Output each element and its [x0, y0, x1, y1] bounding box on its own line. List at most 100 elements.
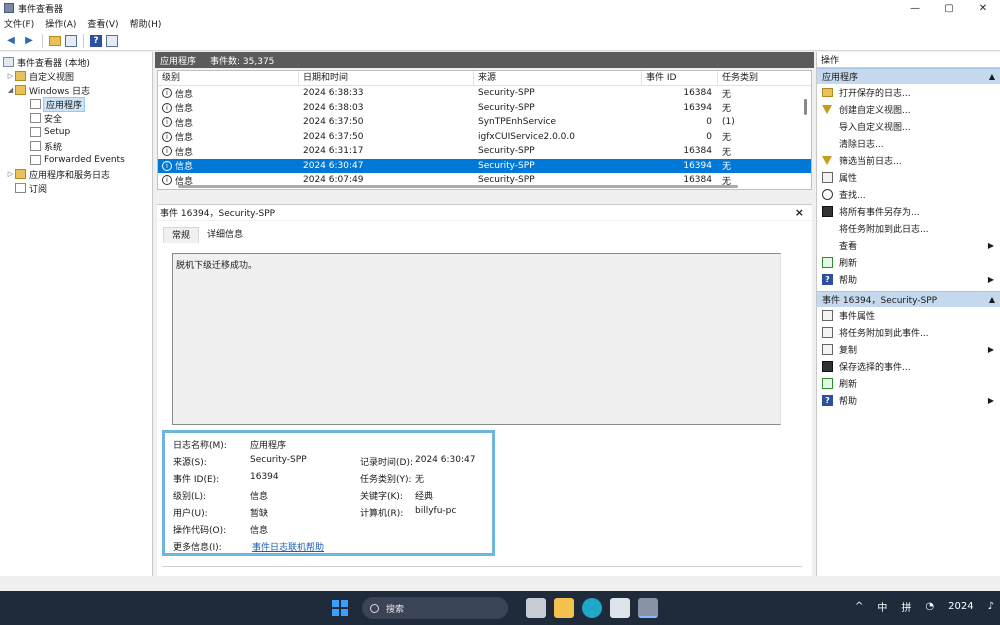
folder-up-icon[interactable]: [49, 36, 61, 46]
action-item[interactable]: 保存选择的事件...: [817, 358, 1000, 375]
action-item[interactable]: 属性: [817, 169, 1000, 186]
clock[interactable]: 2024: [948, 601, 973, 612]
tree-app-service-logs[interactable]: ▷ 应用程序和服务日志: [0, 167, 152, 181]
table-row[interactable]: i信息2024 6:30:47Security-SPP16394无: [158, 159, 811, 174]
action-item[interactable]: 筛选当前日志...: [817, 152, 1000, 169]
tree-subscriptions[interactable]: 订阅: [0, 181, 152, 195]
prop-label: 用户(U):: [173, 506, 208, 519]
grid-vertical-scrollbar[interactable]: [802, 87, 810, 189]
chevron-up-icon[interactable]: ^: [855, 601, 863, 612]
collapse-caret-icon[interactable]: ▲: [989, 72, 995, 81]
action-item[interactable]: 刷新: [817, 254, 1000, 271]
tree-log-system[interactable]: 系统: [0, 139, 152, 153]
action-label: 将所有事件另存为...: [839, 205, 920, 218]
store-icon[interactable]: [610, 598, 630, 618]
grid-horizontal-scrollbar[interactable]: [158, 184, 801, 189]
back-arrow-icon[interactable]: ◀: [4, 34, 18, 48]
menu-bar: 文件(F) 操作(A) 查看(V) 帮助(H): [0, 16, 1000, 31]
action-item[interactable]: 将任务附加到此事件...: [817, 324, 1000, 341]
help-icon[interactable]: ?: [90, 35, 102, 47]
ime-mode[interactable]: 中: [877, 599, 887, 614]
event-viewer-taskbar-icon[interactable]: [638, 598, 658, 618]
collapse-chevron-icon[interactable]: ◢: [6, 86, 15, 94]
action-item[interactable]: 查找...: [817, 186, 1000, 203]
menu-view[interactable]: 查看(V): [87, 17, 118, 30]
detail-tabs: 常规 详细信息: [163, 227, 251, 243]
tree-root-label: 事件查看器 (本地): [17, 56, 90, 69]
log-header-title: 应用程序: [160, 54, 196, 67]
table-row[interactable]: i信息2024 6:37:50SynTPEnhService0(1): [158, 115, 811, 130]
minimize-button[interactable]: —: [898, 0, 932, 16]
action-label: 保存选择的事件...: [839, 360, 911, 373]
forward-arrow-icon[interactable]: ▶: [22, 34, 36, 48]
windows-start-icon[interactable]: [332, 600, 348, 616]
show-hide-tree-icon[interactable]: [65, 35, 77, 47]
tree-windows-logs-label: Windows 日志: [29, 84, 90, 97]
tree-windows-logs[interactable]: ◢ Windows 日志: [0, 83, 152, 97]
table-row[interactable]: i信息2024 6:31:17Security-SPP16384无: [158, 144, 811, 159]
table-row[interactable]: i信息2024 6:37:50igfxCUIService2.0.0.00无: [158, 130, 811, 145]
action-item[interactable]: 事件属性: [817, 307, 1000, 324]
cell-event-id: 16384: [642, 88, 718, 98]
action-item[interactable]: 打开保存的日志...: [817, 84, 1000, 101]
actions-group-event[interactable]: 事件 16394，Security-SPP ▲: [817, 291, 1000, 307]
show-hide-action-pane-icon[interactable]: [106, 35, 118, 47]
table-row[interactable]: i信息2024 6:38:03Security-SPP16394无: [158, 101, 811, 116]
cell-level: i信息: [158, 87, 299, 100]
column-event-id[interactable]: 事件 ID: [642, 71, 718, 86]
navigation-tree: 事件查看器 (本地) ▷ 自定义视图 ◢ Windows 日志 应用程序 安全 …: [0, 52, 153, 576]
ime-pinyin[interactable]: 拼: [901, 599, 911, 614]
close-button[interactable]: ✕: [966, 0, 1000, 16]
actions-group-application[interactable]: 应用程序 ▲: [817, 68, 1000, 84]
tree-log-setup[interactable]: Setup: [0, 125, 152, 139]
taskbar-apps: 搜索: [332, 597, 658, 619]
tab-details[interactable]: 详细信息: [199, 227, 251, 243]
info-icon: i: [162, 88, 172, 98]
taskbar-search[interactable]: 搜索: [362, 597, 508, 619]
action-item[interactable]: ?帮助▶: [817, 392, 1000, 409]
expand-chevron-icon[interactable]: ▷: [6, 72, 15, 80]
cell-event-id: 0: [642, 117, 718, 127]
tree-log-security[interactable]: 安全: [0, 111, 152, 125]
action-item[interactable]: 刷新: [817, 375, 1000, 392]
notification-bell-icon[interactable]: ♪: [988, 601, 994, 612]
tree-root[interactable]: 事件查看器 (本地): [0, 55, 152, 69]
tree-log-label: Setup: [44, 127, 70, 137]
table-row[interactable]: i信息2024 6:38:33Security-SPP16384无: [158, 86, 811, 101]
action-item[interactable]: 导入自定义视图...: [817, 118, 1000, 135]
menu-help[interactable]: 帮助(H): [130, 17, 162, 30]
tab-general[interactable]: 常规: [163, 227, 199, 243]
tree-custom-views[interactable]: ▷ 自定义视图: [0, 69, 152, 83]
column-level[interactable]: 级别: [158, 71, 299, 86]
cell-source: igfxCUIService2.0.0.0: [474, 132, 642, 142]
event-log-online-help-link[interactable]: 事件日志联机帮助: [252, 540, 324, 553]
file-explorer-icon[interactable]: [554, 598, 574, 618]
column-datetime[interactable]: 日期和时间: [299, 71, 474, 86]
menu-file[interactable]: 文件(F): [4, 17, 34, 30]
action-item[interactable]: 清除日志...: [817, 135, 1000, 152]
action-item[interactable]: 将所有事件另存为...: [817, 203, 1000, 220]
column-task[interactable]: 任务类别: [718, 71, 788, 86]
toolbar-separator: [42, 34, 43, 48]
actions-group-label: 事件 16394，Security-SPP: [822, 293, 937, 306]
tree-log-application[interactable]: 应用程序: [0, 97, 152, 111]
close-icon[interactable]: ×: [795, 206, 804, 219]
menu-action[interactable]: 操作(A): [45, 17, 76, 30]
wifi-icon[interactable]: ◔: [925, 601, 934, 612]
maximize-button[interactable]: ▢: [932, 0, 966, 16]
submenu-arrow-icon: ▶: [988, 396, 994, 405]
action-item[interactable]: 查看▶: [817, 237, 1000, 254]
cell-source: Security-SPP: [474, 103, 642, 113]
action-item[interactable]: 创建自定义视图...: [817, 101, 1000, 118]
tree-log-forwarded[interactable]: Forwarded Events: [0, 153, 152, 167]
blank-icon: [822, 138, 833, 149]
edge-browser-icon[interactable]: [582, 598, 602, 618]
action-item[interactable]: 复制▶: [817, 341, 1000, 358]
cell-datetime: 2024 6:31:17: [299, 146, 474, 156]
action-item[interactable]: ?帮助▶: [817, 271, 1000, 288]
action-item[interactable]: 将任务附加到此日志...: [817, 220, 1000, 237]
column-source[interactable]: 来源: [474, 71, 642, 86]
expand-chevron-icon[interactable]: ▷: [6, 170, 15, 178]
task-view-icon[interactable]: [526, 598, 546, 618]
collapse-caret-icon[interactable]: ▲: [989, 295, 995, 304]
